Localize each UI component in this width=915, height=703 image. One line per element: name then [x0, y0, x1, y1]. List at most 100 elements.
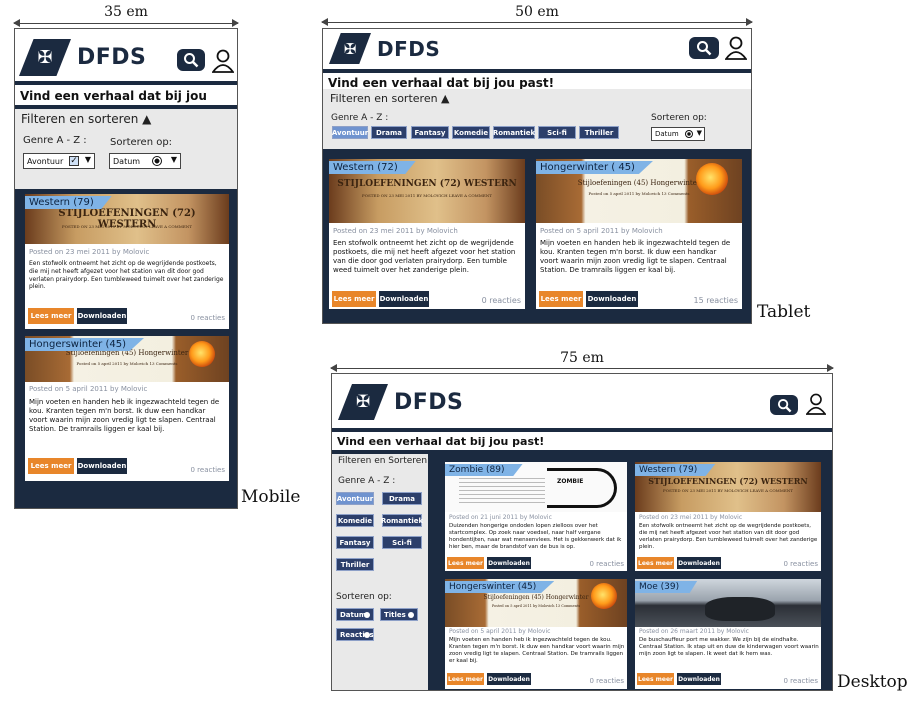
genre-chip-avontuur[interactable]: Avontuur	[336, 492, 374, 505]
genre-tag[interactable]: Hongerswinter (45)	[25, 338, 144, 351]
genre-chip-drama[interactable]: Drama	[382, 492, 422, 505]
genre-chip-fantasy[interactable]: Fantasy	[411, 126, 449, 139]
download-button[interactable]: Downloaden	[379, 291, 429, 307]
genre-chip-thriller[interactable]: Thriller	[336, 558, 374, 571]
genre-chip-thriller[interactable]: Thriller	[579, 126, 619, 139]
download-button[interactable]: Downloaden	[77, 458, 127, 474]
desktop-header: ✠ DFDS	[332, 374, 832, 430]
image-title: STIJLOEFENINGEN (72) WESTERN	[648, 476, 808, 486]
chevron-down-icon: ▼	[170, 155, 177, 164]
download-button[interactable]: Downloaden	[677, 557, 721, 569]
genre-tag[interactable]: Hongerswinter (45)	[445, 581, 555, 593]
post-meta: Posted on 5 april 2011 by Molovic	[449, 628, 551, 635]
desktop-sidebar-filter: Filteren en Sorteren Genre A - Z : Avont…	[332, 454, 428, 690]
post-meta: Posted on 5 april 2011 by Molovic	[29, 385, 148, 393]
read-more-button[interactable]: Lees meer	[28, 458, 74, 474]
story-excerpt: Mijn voeten en handen heb ik ingezwachte…	[29, 398, 220, 434]
story-excerpt: Een stofwolk ontneemt het zicht op de we…	[639, 523, 818, 551]
comment-count[interactable]: 0 reacties	[482, 296, 521, 305]
sort-chip-titles[interactable]: Titles	[380, 608, 418, 621]
zombie-title: ZOMBIE	[557, 478, 584, 485]
mobile-logo[interactable]: ✠ DFDS	[19, 39, 146, 76]
checkbox-icon[interactable]: ✓	[69, 156, 79, 166]
tablet-logo[interactable]: ✠ DFDS	[329, 33, 440, 64]
search-icon[interactable]	[177, 49, 205, 71]
comment-count[interactable]: 0 reacties	[784, 560, 819, 568]
tablet-width-arrow	[321, 18, 753, 26]
download-button[interactable]: Downloaden	[487, 557, 531, 569]
user-icon[interactable]	[211, 49, 235, 77]
desktop-logo[interactable]: ✠ DFDS	[338, 384, 463, 420]
genre-chip-fantasy[interactable]: Fantasy	[336, 536, 374, 549]
filter-toggle[interactable]: Filteren en sorteren ▲	[330, 92, 450, 105]
story-card-western: STIJLOEFENINGEN (72) WESTERN POSTED ON 2…	[329, 159, 525, 309]
filter-toggle[interactable]: Filteren en sorteren ▲	[21, 112, 151, 126]
genre-chip-komedie[interactable]: Komedie	[336, 514, 374, 527]
download-button[interactable]: Downloaden	[487, 673, 531, 685]
mobile-header: ✠ DFDS	[15, 29, 237, 83]
zombie-arm-graphic	[547, 468, 617, 508]
genre-chip-avontuur[interactable]: Avontuur	[332, 126, 368, 139]
tablet-frame: ✠ DFDS Vind een verhaal dat bij jou past…	[322, 28, 752, 324]
download-button[interactable]: Downloaden	[77, 308, 127, 324]
genre-tag[interactable]: Moe (39)	[635, 581, 698, 593]
comment-count[interactable]: 0 reacties	[191, 466, 226, 474]
sort-select-value: Datum	[655, 130, 679, 138]
radio-icon[interactable]	[152, 156, 162, 166]
sort-select[interactable]: Datum ▼	[651, 127, 705, 141]
genre-chip-romantiek[interactable]: Romantiek	[381, 514, 423, 527]
genre-chip-drama[interactable]: Drama	[371, 126, 407, 139]
post-meta: Posted on 26 maart 2011 by Molovic	[639, 628, 749, 635]
genre-chip-scifi[interactable]: Sci-fi	[382, 536, 422, 549]
comment-count[interactable]: 0 reacties	[191, 314, 226, 322]
user-icon[interactable]	[724, 36, 748, 64]
download-button[interactable]: Downloaden	[677, 673, 721, 685]
comment-count[interactable]: 0 reacties	[590, 560, 625, 568]
logo-text: DFDS	[77, 45, 147, 70]
story-card-hongerwinter: Stijloefeningen (45) Hongerwinter Posted…	[25, 336, 229, 481]
download-button[interactable]: Downloaden	[586, 291, 638, 307]
radio-icon[interactable]	[685, 130, 693, 138]
tagline: Vind een verhaal dat bij jou past!	[332, 432, 832, 452]
lamp-icon	[189, 341, 215, 367]
genre-chip-komedie[interactable]: Komedie	[452, 126, 490, 139]
sort-chip-label: Datum	[340, 610, 367, 619]
genre-tag[interactable]: Hongerwinter ( 45)	[536, 161, 653, 174]
user-icon[interactable]	[805, 393, 827, 419]
sort-chip-reacties[interactable]: Reacties	[336, 628, 374, 641]
story-excerpt: Een stofwolk ontneemt het zicht op de we…	[333, 239, 516, 275]
read-more-button[interactable]: Lees meer	[637, 673, 674, 685]
genre-select[interactable]: Avontuur ✓ ▼	[23, 153, 95, 169]
filter-title[interactable]: Filteren en Sorteren	[338, 456, 427, 466]
genre-tag[interactable]: Zombie (89)	[445, 464, 523, 476]
genre-tag[interactable]: Western (72)	[329, 161, 416, 174]
dfds-cross-icon: ✠	[329, 33, 371, 64]
read-more-button[interactable]: Lees meer	[637, 557, 674, 569]
sort-chip-datum[interactable]: Datum	[336, 608, 374, 621]
comment-count[interactable]: 15 reacties	[693, 296, 738, 305]
post-meta: Posted on 23 mei 2011 by Molovic	[29, 248, 150, 256]
read-more-button[interactable]: Lees meer	[447, 673, 484, 685]
comment-count[interactable]: 0 reacties	[590, 677, 625, 685]
search-icon[interactable]	[770, 395, 798, 415]
tablet-header: ✠ DFDS	[323, 29, 751, 71]
lamp-icon	[591, 583, 617, 609]
story-excerpt: Een stofwolk ontneemt het zicht op de we…	[29, 260, 224, 291]
read-more-button[interactable]: Lees meer	[447, 557, 484, 569]
comment-count[interactable]: 0 reacties	[784, 677, 819, 685]
image-title: STIJLOEFENINGEN (72) WESTERN	[337, 179, 517, 189]
genre-chip-scifi[interactable]: Sci-fi	[538, 126, 576, 139]
dfds-cross-icon: ✠	[338, 384, 388, 420]
genre-tag[interactable]: Western (79)	[635, 464, 716, 476]
genre-chip-romantiek[interactable]: Romantiek	[493, 126, 535, 139]
radio-icon	[408, 612, 414, 618]
sort-select[interactable]: Datum ▼	[109, 153, 181, 169]
genre-label: Genre A - Z :	[23, 135, 87, 146]
search-icon[interactable]	[689, 37, 719, 59]
genre-tag[interactable]: Western (79)	[25, 196, 112, 209]
read-more-button[interactable]: Lees meer	[539, 291, 583, 307]
story-excerpt: Mijn voeten en handen heb ik ingezwachte…	[449, 637, 625, 665]
read-more-button[interactable]: Lees meer	[28, 308, 74, 324]
story-card-moe: Moe (39) Posted on 26 maart 2011 by Molo…	[635, 579, 821, 689]
read-more-button[interactable]: Lees meer	[332, 291, 376, 307]
